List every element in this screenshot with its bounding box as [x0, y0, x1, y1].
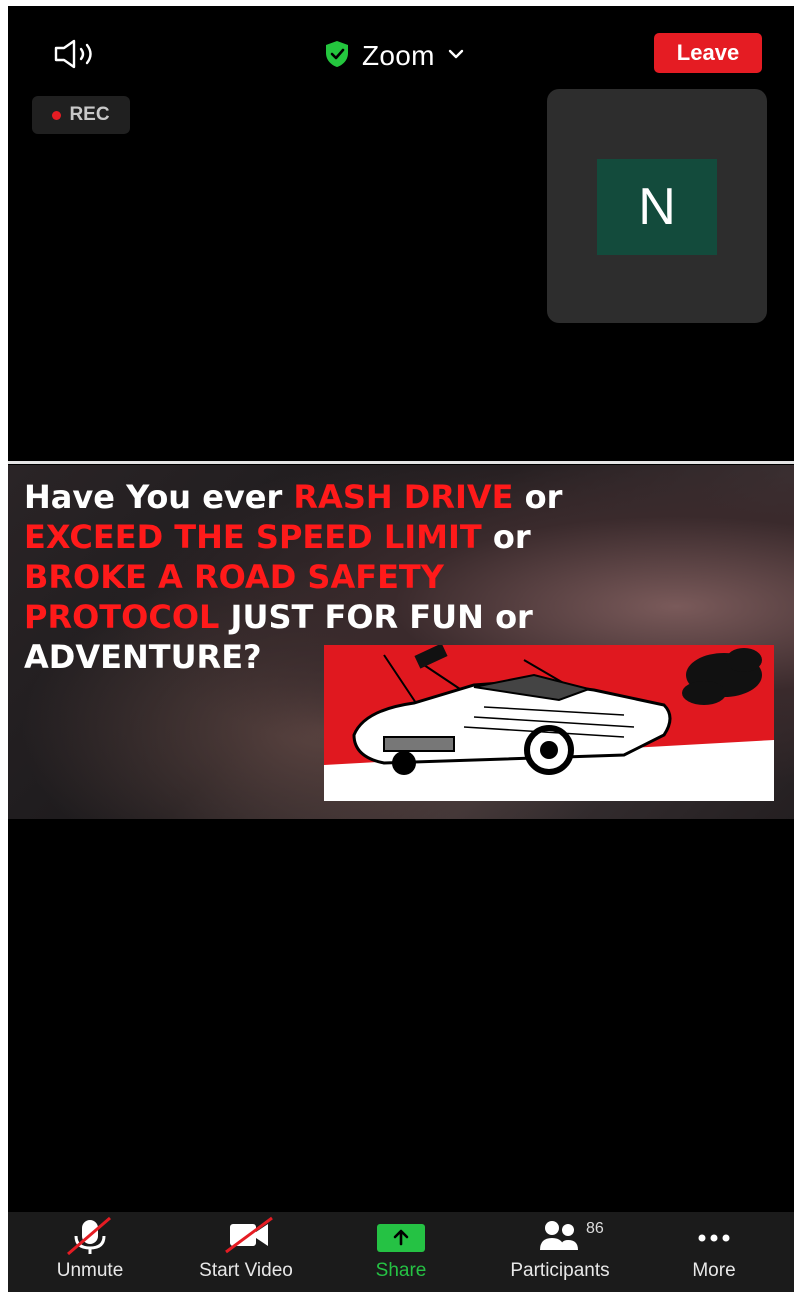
participants-label: Participants — [510, 1260, 610, 1281]
record-dot-icon — [52, 110, 62, 120]
divider — [8, 461, 794, 464]
meeting-toolbar: Unmute Start Video Share 86 Participants… — [8, 1212, 794, 1292]
unmute-label: Unmute — [56, 1260, 124, 1281]
slide-text-highlight: PROTOCOL — [24, 598, 220, 636]
meeting-title-menu[interactable]: Zoom — [324, 36, 465, 76]
mic-muted-icon — [50, 1212, 130, 1258]
shield-check-icon — [324, 40, 350, 73]
meeting-screen: Zoom Leave REC N Have You ever RASH DRIV… — [8, 6, 794, 1292]
more-button[interactable]: More — [674, 1212, 754, 1292]
participants-button[interactable]: 86 Participants — [500, 1212, 620, 1292]
slide-text: Have You ever — [24, 478, 294, 516]
avatar: N — [597, 159, 717, 255]
leave-button[interactable]: Leave — [654, 33, 762, 73]
participants-icon: 86 — [500, 1212, 620, 1258]
more-label: More — [692, 1260, 736, 1281]
start-video-label: Start Video — [199, 1260, 293, 1281]
participant-thumbnail[interactable]: N — [547, 89, 767, 323]
slide-text-highlight: RASH DRIVE — [293, 478, 514, 516]
participants-count: 86 — [586, 1220, 604, 1237]
slide-text: JUST FOR FUN or — [219, 598, 533, 636]
share-button[interactable]: Share — [361, 1212, 441, 1292]
video-off-icon — [196, 1212, 296, 1258]
slide-text: ADVENTURE? — [24, 638, 262, 676]
start-video-button[interactable]: Start Video — [196, 1212, 296, 1292]
speeding-car-illustration — [324, 645, 774, 801]
recording-indicator: REC — [32, 96, 130, 134]
shared-screen-slide: Have You ever RASH DRIVE or EXCEED THE S… — [8, 465, 794, 819]
share-arrow-icon — [361, 1212, 441, 1258]
more-icon — [674, 1212, 754, 1258]
slide-text-highlight: BROKE A ROAD SAFETY — [24, 558, 444, 596]
rec-label: REC — [69, 104, 110, 125]
share-label: Share — [375, 1260, 427, 1281]
slide-text: or — [513, 478, 563, 516]
meeting-title: Zoom — [362, 40, 435, 71]
unmute-button[interactable]: Unmute — [50, 1212, 130, 1292]
slide-text: or — [481, 518, 531, 556]
chevron-down-icon — [447, 47, 465, 65]
top-bar: Zoom Leave — [8, 6, 794, 92]
slide-text-highlight: EXCEED THE SPEED LIMIT — [24, 518, 482, 556]
speaker-icon[interactable] — [52, 38, 102, 70]
